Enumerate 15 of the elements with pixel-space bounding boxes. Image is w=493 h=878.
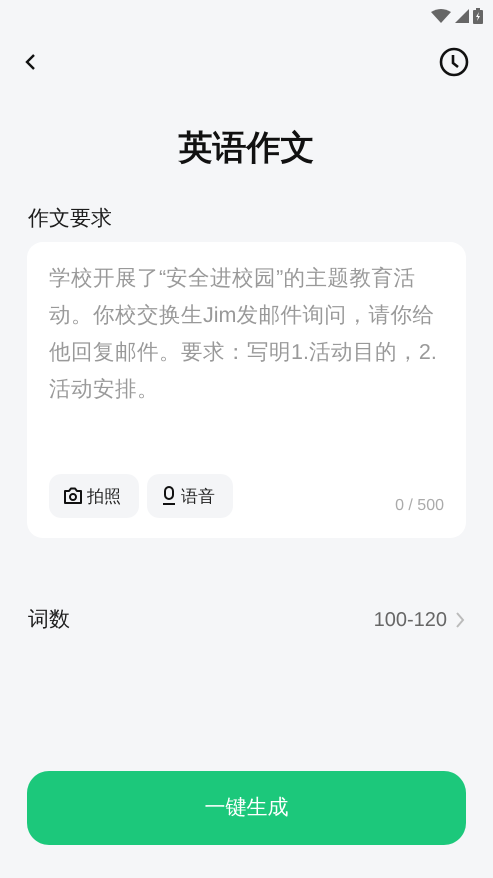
signal-icon [455, 9, 469, 23]
photo-button[interactable]: 拍照 [49, 474, 139, 518]
wifi-icon [431, 9, 451, 23]
clock-icon[interactable] [439, 47, 469, 77]
back-icon[interactable] [24, 53, 36, 71]
page-title: 英语作文 [178, 128, 314, 169]
voice-button[interactable]: 语音 [147, 474, 233, 518]
microphone-icon [161, 486, 177, 506]
character-counter: 0 / 500 [395, 496, 444, 516]
battery-icon [473, 8, 483, 24]
word-count-value[interactable]: 100-120 [374, 605, 447, 636]
camera-icon [63, 487, 83, 506]
word-count-label: 词数 [28, 607, 70, 634]
section-label: 作文要求 [28, 206, 112, 230]
requirement-field[interactable]: 学校开展了“安全进校园”的主题教育活动。你校交换生Jim发邮件询问，请你给他回复邮件。要求：写明1.活动目的，2.活动安排。 拍照 语音 0 / 500 [27, 242, 466, 538]
